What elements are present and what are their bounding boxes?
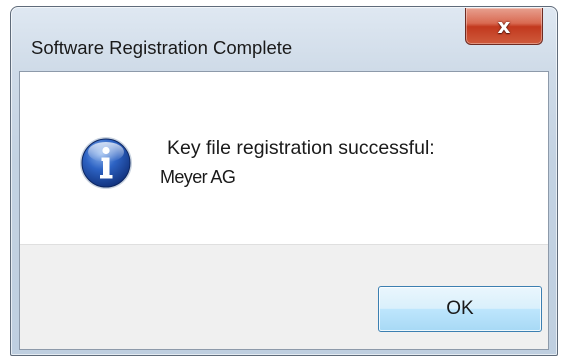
- message-area: Key file registration successful: Meyer …: [20, 72, 548, 244]
- close-icon: x: [497, 14, 511, 38]
- message-text: Key file registration successful:: [167, 137, 435, 159]
- registrant-name: Meyer AG: [160, 167, 236, 187]
- title-bar[interactable]: Software Registration Complete x: [11, 7, 557, 71]
- ok-button[interactable]: OK: [378, 286, 542, 332]
- information-icon: [80, 137, 132, 189]
- button-area: OK: [20, 244, 548, 349]
- dialog-client-area: Key file registration successful: Meyer …: [19, 71, 549, 350]
- close-button[interactable]: x: [465, 8, 543, 45]
- dialog-window: Software Registration Complete x Key fil…: [10, 6, 558, 356]
- dialog-title: Software Registration Complete: [31, 37, 293, 58]
